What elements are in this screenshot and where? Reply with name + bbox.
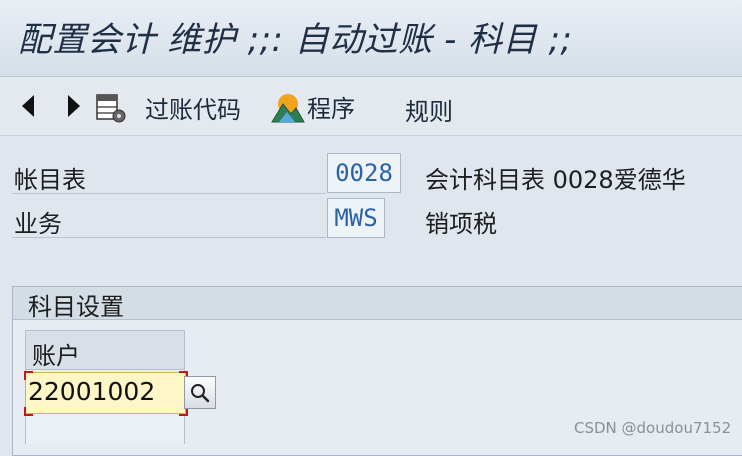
procedure-label: 程序 — [307, 95, 355, 123]
transaction-value[interactable]: MWS — [327, 198, 385, 238]
column-header-account: 账户 — [32, 342, 80, 370]
watermark: CSDN @doudou7152 — [574, 419, 732, 437]
arrow-left-icon — [22, 95, 34, 117]
rules-button[interactable]: 规则 — [405, 92, 453, 127]
search-icon — [191, 383, 210, 402]
transaction-label: 业务 — [14, 210, 62, 238]
arrow-right-icon — [68, 95, 80, 117]
next-button[interactable] — [68, 95, 80, 117]
rules-label: 规则 — [405, 98, 453, 126]
chart-of-accounts-value[interactable]: 0028 — [327, 153, 401, 193]
group-title: 科目设置 — [28, 293, 124, 321]
mountain-sun-icon — [271, 93, 305, 122]
chart-of-accounts-description: 会计科目表 0028爱德华 — [425, 166, 686, 194]
field-underline — [12, 193, 326, 194]
focus-corner — [24, 371, 33, 380]
chart-of-accounts-label: 帐目表 — [14, 166, 86, 194]
previous-button[interactable] — [22, 95, 34, 117]
transaction-description: 销项税 — [425, 210, 497, 238]
posting-key-label: 过账代码 — [145, 96, 241, 124]
account-input[interactable]: 22001002 — [25, 372, 186, 414]
table-settings-icon — [96, 93, 126, 122]
procedure-button[interactable]: 程序 — [271, 89, 355, 124]
window-title: 配置会计 维护 ;;: 自动过账 - 科目 ;; — [18, 20, 573, 60]
value-help-button[interactable] — [184, 376, 216, 409]
field-underline — [12, 237, 326, 238]
posting-key-button[interactable]: 过账代码 — [95, 90, 241, 125]
focus-corner — [24, 407, 33, 416]
